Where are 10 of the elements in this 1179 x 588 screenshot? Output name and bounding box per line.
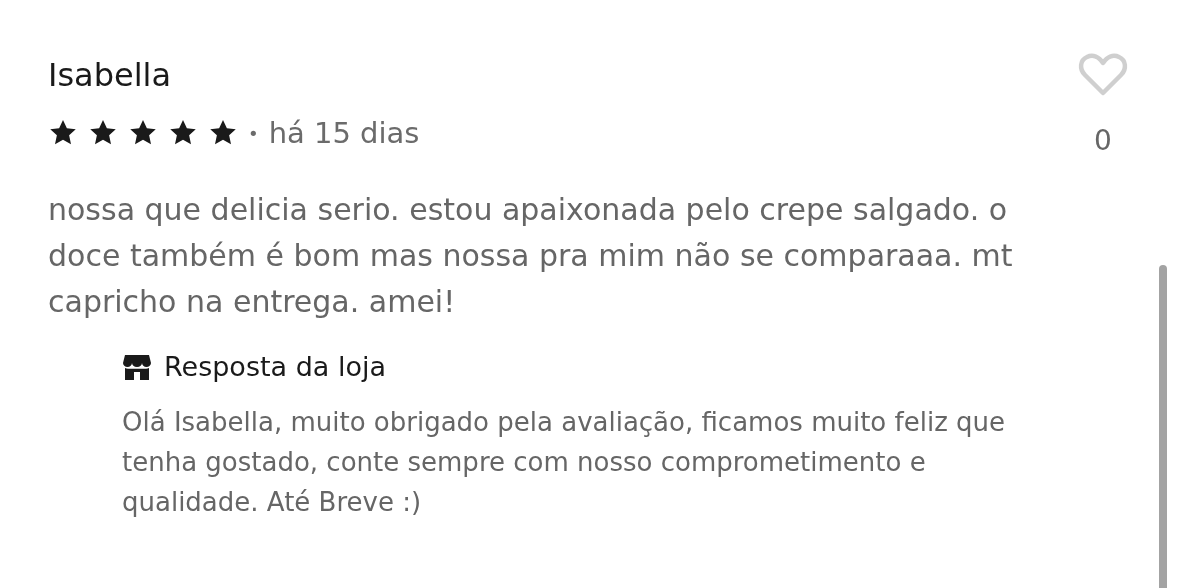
scrollbar[interactable] xyxy=(1159,265,1167,588)
store-icon xyxy=(122,352,152,381)
review-date: há 15 dias xyxy=(268,116,420,150)
review-text: nossa que delicia serio. estou apaixonada pelo crepe salgado. o doce também é bom mas nossa pra mim não se comparaaa. mt capricho na entrega. amei! xyxy=(48,191,1014,321)
separator-dot: • xyxy=(248,122,259,144)
reviewer-name: Isabella xyxy=(48,56,173,94)
reply-title: Resposta da loja xyxy=(164,351,386,382)
heart-icon[interactable] xyxy=(1077,52,1129,98)
reply-text: Olá Isabella, muito obrigado pela avaliação, ficamos muito feliz que tenha gostado, conte sempre com nosso comprometimento e qualidade. Até Breve :) xyxy=(122,406,1007,519)
like-count: 0 xyxy=(1094,124,1112,157)
